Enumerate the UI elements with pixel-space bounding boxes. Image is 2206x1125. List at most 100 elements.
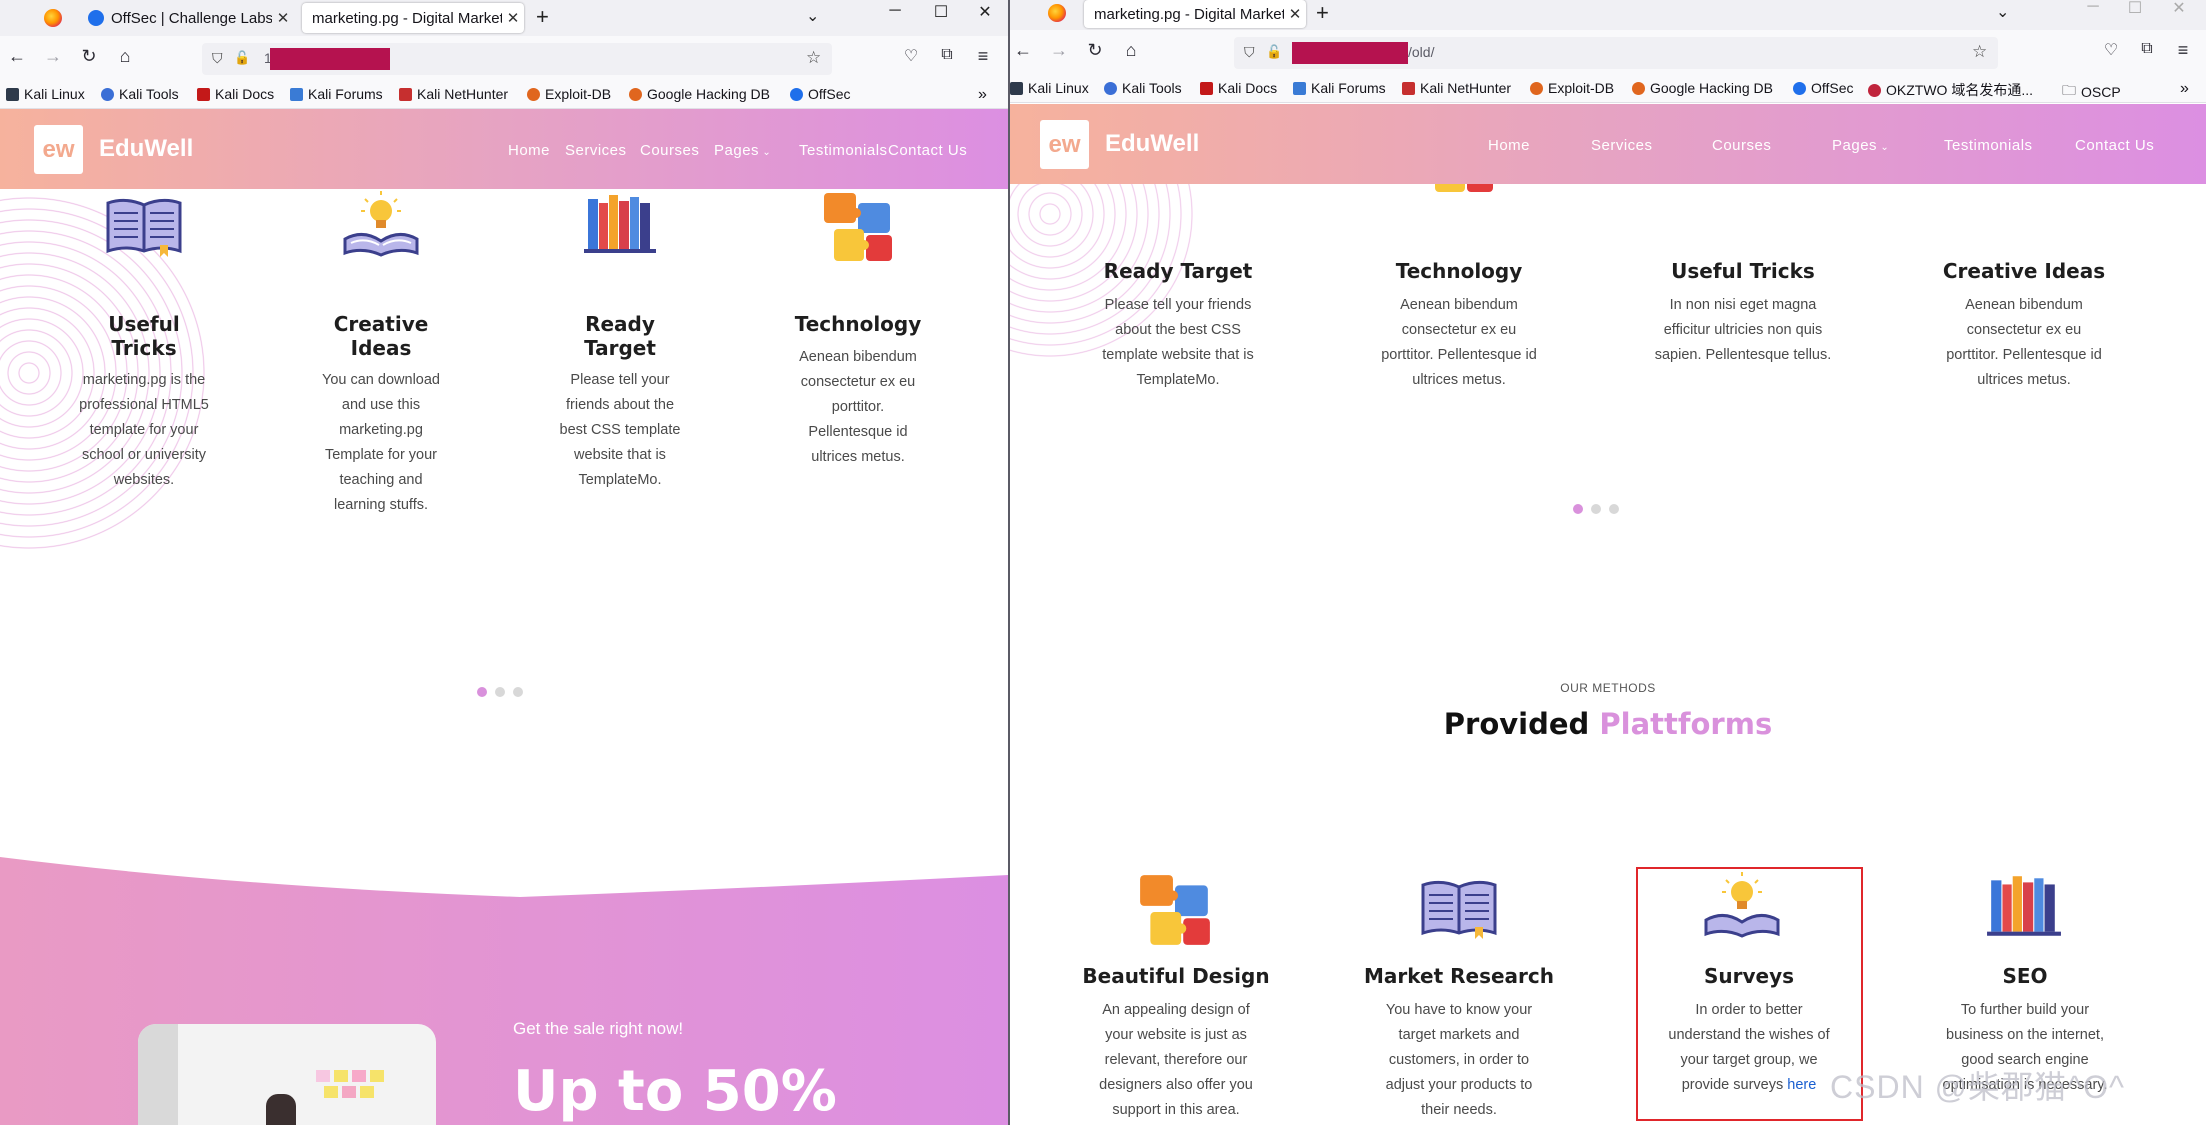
nav-contact[interactable]: Contact Us: [2075, 137, 2154, 154]
nav-home[interactable]: Home: [1488, 137, 1530, 154]
bookmark-label: Kali Tools: [1122, 80, 1182, 96]
forward-icon[interactable]: →: [40, 46, 66, 67]
desc-line: Pellentesque id: [808, 424, 908, 440]
carousel-dot[interactable]: [1573, 504, 1583, 514]
carousel-dot[interactable]: [1609, 504, 1619, 514]
extensions-icon[interactable]: ⧉: [934, 46, 960, 64]
bookmark-oscp-folder[interactable]: 🗀 OSCP: [2062, 80, 2121, 104]
maximize-icon[interactable]: ☐: [926, 2, 956, 22]
reload-icon[interactable]: ↻: [1082, 40, 1108, 61]
bookmark-kali-docs[interactable]: Kali Docs: [1200, 80, 1277, 96]
app-menu-icon[interactable]: ≡: [970, 46, 996, 67]
tab-title: marketing.pg - Digital Market: [1094, 5, 1284, 23]
shield-icon[interactable]: ⛉: [1244, 44, 1255, 61]
puzzle-icon: [824, 193, 892, 261]
insecure-lock-icon[interactable]: 🔓: [234, 50, 250, 66]
more-bookmarks-icon[interactable]: »: [2180, 80, 2189, 98]
forward-icon[interactable]: →: [1046, 40, 1072, 61]
tab-marketing[interactable]: marketing.pg - Digital Market ✕: [302, 3, 524, 33]
carousel-dot[interactable]: [477, 687, 487, 697]
bookmark-star-icon[interactable]: ☆: [806, 48, 821, 68]
insecure-lock-icon[interactable]: 🔓: [1266, 44, 1282, 60]
nav-home[interactable]: Home: [508, 142, 550, 159]
exploit-db-icon: [1530, 81, 1543, 95]
bookmark-kali-tools[interactable]: Kali Tools: [101, 86, 179, 102]
close-window-icon[interactable]: ✕: [970, 2, 1000, 22]
url-bar[interactable]: ⛉ 🔓 /old/ ☆: [1234, 37, 1998, 69]
bookmark-offsec[interactable]: OffSec: [790, 86, 851, 102]
extensions-icon[interactable]: ⧉: [2134, 40, 2160, 58]
close-tab-icon[interactable]: ✕: [272, 9, 294, 27]
bookmark-offsec[interactable]: OffSec: [1793, 80, 1854, 96]
nav-contact[interactable]: Contact Us: [888, 142, 967, 159]
minimize-icon[interactable]: ─: [880, 2, 910, 20]
bookmark-ghdb[interactable]: Google Hacking DB: [629, 86, 770, 102]
bookmark-kali-nethunter[interactable]: Kali NetHunter: [1402, 80, 1511, 96]
bookmark-kali-nethunter[interactable]: Kali NetHunter: [399, 86, 508, 102]
bookmark-kali-forums[interactable]: Kali Forums: [290, 86, 383, 102]
desc-line: friends about the: [565, 397, 675, 413]
nav-courses[interactable]: Courses: [640, 142, 699, 159]
bookmark-kali-docs[interactable]: Kali Docs: [197, 86, 274, 102]
bookmark-exploit-db[interactable]: Exploit-DB: [527, 86, 611, 102]
pocket-icon[interactable]: ♡: [2098, 40, 2124, 60]
carousel-dot[interactable]: [513, 687, 523, 697]
bookmark-okztwo[interactable]: OKZTWO 域名发布通...: [1868, 80, 2033, 100]
firefox-menu-icon[interactable]: [44, 9, 62, 27]
bookmark-ghdb[interactable]: Google Hacking DB: [1632, 80, 1773, 96]
close-tab-icon[interactable]: ✕: [502, 9, 524, 27]
home-icon[interactable]: ⌂: [1118, 40, 1144, 61]
nav-testimonials[interactable]: Testimonials: [799, 142, 888, 159]
carousel-dot[interactable]: [495, 687, 505, 697]
desc-line: about the best CSS: [1115, 322, 1241, 338]
nav-pages[interactable]: Pages ⌄: [714, 142, 771, 159]
close-tab-icon[interactable]: ✕: [1284, 5, 1306, 23]
nav-pages[interactable]: Pages ⌄: [1832, 137, 1889, 154]
shield-icon[interactable]: ⛉: [212, 50, 223, 67]
firefox-menu-icon[interactable]: [1048, 4, 1066, 22]
site-brand-name[interactable]: EduWell: [99, 135, 193, 163]
desc-line: To further build your: [1960, 1002, 2090, 1018]
pocket-icon[interactable]: ♡: [898, 46, 924, 66]
minimize-icon[interactable]: ─: [2078, 0, 2108, 16]
nav-courses[interactable]: Courses: [1712, 137, 1771, 154]
nav-services[interactable]: Services: [565, 142, 627, 159]
close-window-icon[interactable]: ✕: [2164, 0, 2194, 18]
reload-icon[interactable]: ↻: [76, 46, 102, 67]
list-tabs-icon[interactable]: ⌄: [1996, 2, 2009, 22]
surveys-here-link[interactable]: here: [1787, 1077, 1816, 1093]
tab-marketing[interactable]: marketing.pg - Digital Market ✕: [1084, 0, 1306, 28]
site-logo[interactable]: ew: [34, 125, 83, 174]
bookmark-exploit-db[interactable]: Exploit-DB: [1530, 80, 1614, 96]
site-brand-name[interactable]: EduWell: [1105, 130, 1199, 158]
site-logo[interactable]: ew: [1040, 120, 1089, 169]
bookmark-kali-tools[interactable]: Kali Tools: [1104, 80, 1182, 96]
desc-line: your target group, we: [1680, 1052, 1818, 1068]
list-tabs-icon[interactable]: ⌄: [806, 6, 819, 26]
tab-offsec[interactable]: OffSec | Challenge Labs ✕: [78, 3, 294, 33]
bookmark-kali-linux[interactable]: Kali Linux: [1010, 80, 1089, 96]
app-menu-icon[interactable]: ≡: [2170, 40, 2196, 61]
new-tab-icon[interactable]: +: [536, 4, 549, 30]
bookmark-kali-forums[interactable]: Kali Forums: [1293, 80, 1386, 96]
service-card: Technology Aenean bibendum consectetur ex…: [778, 189, 938, 470]
new-tab-icon[interactable]: +: [1316, 0, 1329, 26]
ghdb-icon: [629, 87, 642, 101]
nav-services[interactable]: Services: [1591, 137, 1653, 154]
desc-line: your website is just as: [1105, 1027, 1247, 1043]
nav-testimonials[interactable]: Testimonials: [1944, 137, 2033, 154]
carousel-dot[interactable]: [1591, 504, 1601, 514]
bookmark-kali-linux[interactable]: Kali Linux: [6, 86, 85, 102]
url-bar[interactable]: ⛉ 🔓 1 ☆: [202, 43, 832, 75]
maximize-icon[interactable]: ☐: [2120, 0, 2150, 18]
card-desc: You have to know your target markets and c…: [1349, 998, 1569, 1123]
card-title: Useful Tricks: [64, 312, 224, 360]
back-icon[interactable]: ←: [1010, 40, 1036, 61]
back-icon[interactable]: ←: [4, 46, 30, 67]
more-bookmarks-icon[interactable]: »: [978, 86, 987, 104]
logo-mark: ew: [1048, 130, 1081, 158]
home-icon[interactable]: ⌂: [112, 46, 138, 67]
bookmark-star-icon[interactable]: ☆: [1972, 42, 1987, 62]
kali-forums-icon: [1293, 81, 1306, 95]
desc-line: TemplateMo.: [1136, 372, 1220, 388]
